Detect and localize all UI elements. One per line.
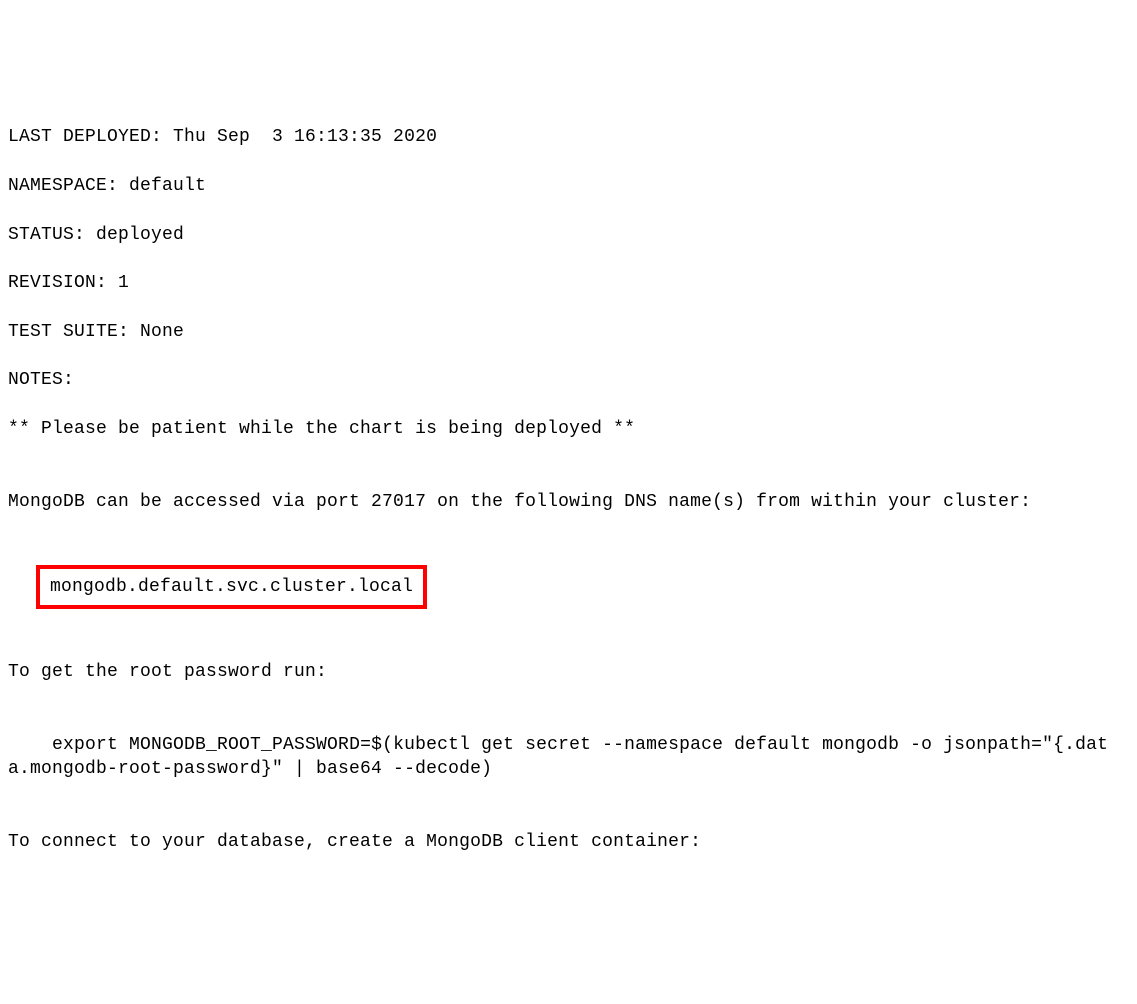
output-line-test-suite: TEST SUITE: None	[8, 320, 1129, 344]
output-line-notes: NOTES:	[8, 368, 1129, 392]
output-line-connect-info: To connect to your database, create a Mo…	[8, 830, 1129, 854]
output-line-access-info: MongoDB can be accessed via port 27017 o…	[8, 490, 1129, 514]
output-line-revision: REVISION: 1	[8, 271, 1129, 295]
output-line-namespace: NAMESPACE: default	[8, 174, 1129, 198]
output-line-root-password: To get the root password run:	[8, 660, 1129, 684]
output-line-patience: ** Please be patient while the chart is …	[8, 417, 1129, 441]
output-line-status: STATUS: deployed	[8, 223, 1129, 247]
output-line-last-deployed: LAST DEPLOYED: Thu Sep 3 16:13:35 2020	[8, 125, 1129, 149]
terminal-output: LAST DEPLOYED: Thu Sep 3 16:13:35 2020 N…	[8, 101, 1129, 878]
output-line-export-command: export MONGODB_ROOT_PASSWORD=$(kubectl g…	[8, 733, 1129, 782]
dns-name-highlight: mongodb.default.svc.cluster.local	[36, 565, 427, 609]
highlight-annotation: mongodb.default.svc.cluster.local	[8, 563, 1129, 611]
